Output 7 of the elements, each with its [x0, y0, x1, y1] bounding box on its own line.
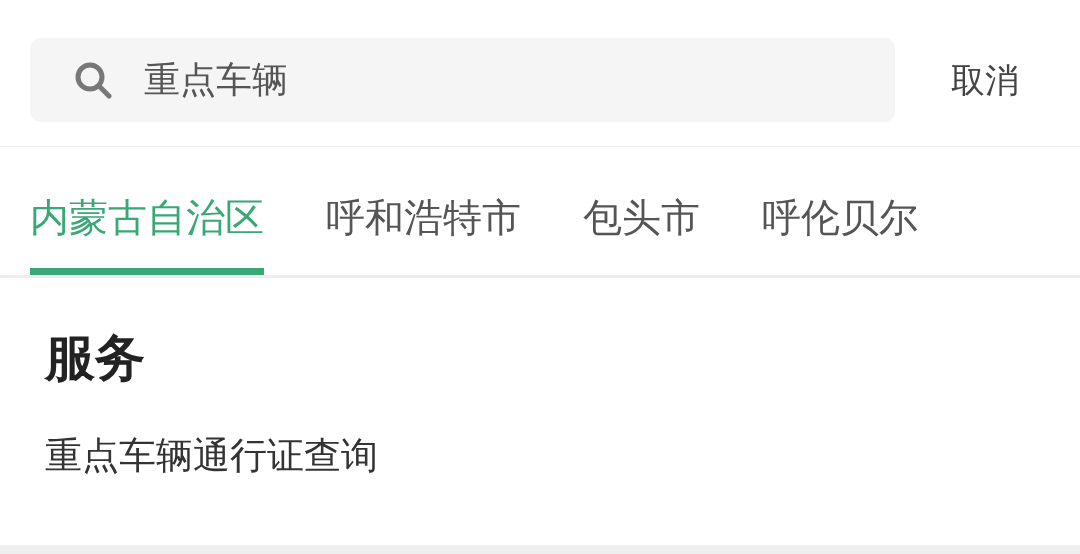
service-link[interactable]: 重点车辆通行证查询: [45, 428, 1080, 484]
region-tab[interactable]: 呼和浩特市: [326, 147, 521, 275]
section-title: 服务: [45, 328, 146, 388]
region-tab[interactable]: 包头市: [583, 147, 700, 275]
search-field[interactable]: 重点车辆: [30, 38, 895, 122]
region-tab[interactable]: 呼伦贝尔: [762, 147, 918, 275]
cancel-button[interactable]: 取消: [945, 54, 1025, 107]
